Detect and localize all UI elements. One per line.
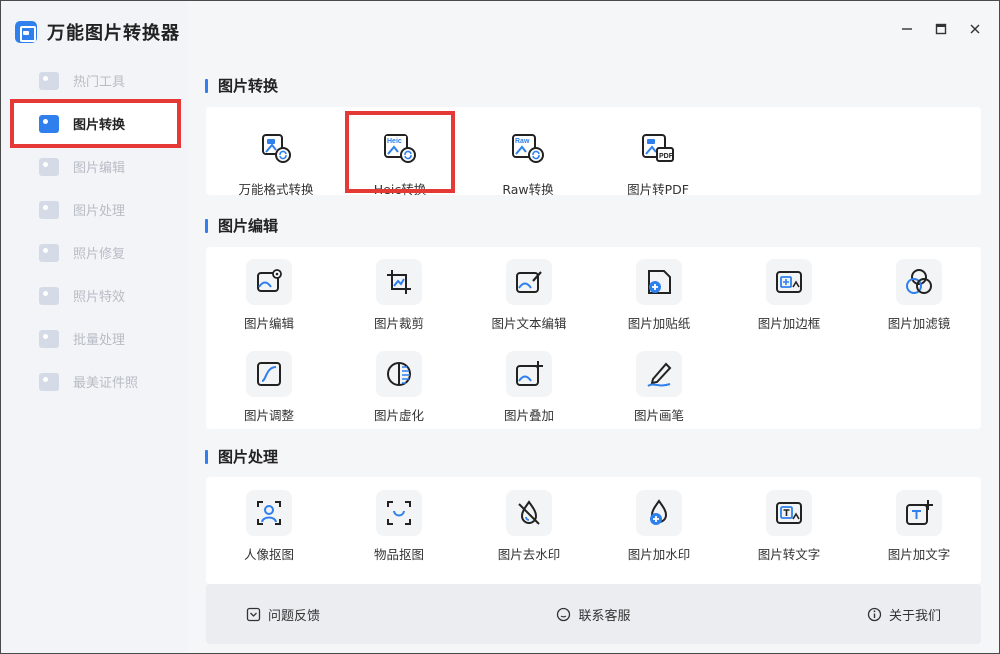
bottom-bar: 问题反馈 联系客服 关于我们: [206, 584, 981, 644]
svg-text:Heic: Heic: [387, 138, 402, 145]
sidebar-item-photo-effects[interactable]: 照片特效: [13, 274, 178, 317]
tool-overlay[interactable]: 图片叠加: [469, 351, 589, 424]
add-watermark-icon: [636, 490, 682, 536]
remove-watermark-icon: [506, 490, 552, 536]
tool-sticker[interactable]: 图片加贴纸: [599, 259, 719, 332]
close-button[interactable]: [958, 17, 992, 41]
about-button[interactable]: 关于我们: [867, 605, 941, 624]
sidebar-item-id-photo[interactable]: 最美证件照: [13, 360, 178, 403]
batch-icon: [39, 329, 59, 348]
grid-icon: [39, 71, 59, 90]
sidebar-item-label: 照片特效: [73, 290, 126, 305]
close-icon: [970, 24, 980, 34]
main-content: 图片转换 万能格式转换 Heic Heic转换 Raw Raw转换 PDF 图片…: [188, 1, 999, 653]
svg-text:PDF: PDF: [659, 153, 674, 160]
image-convert-icon: [39, 114, 59, 133]
support-button[interactable]: 联系客服: [556, 605, 631, 624]
sidebar-item-label: 照片修复: [73, 247, 126, 262]
blur-icon: [376, 351, 422, 397]
feedback-icon: [246, 607, 261, 621]
sidebar-item-label: 图片转换: [73, 118, 126, 133]
sidebar-nav: 热门工具 图片转换 图片编辑 图片处理 照片修复 照片特效 批量处理 最美证件照: [10, 59, 181, 403]
tool-add-watermark[interactable]: 图片加水印: [599, 490, 719, 563]
tool-filter[interactable]: 图片加滤镜: [859, 259, 979, 332]
tool-crop[interactable]: 图片裁剪: [339, 259, 459, 332]
portrait-cutout-icon: [246, 490, 292, 536]
text-edit-icon: [506, 259, 552, 305]
feedback-button[interactable]: 问题反馈: [246, 605, 320, 624]
sidebar-item-photo-repair[interactable]: 照片修复: [13, 231, 178, 274]
support-label: 联系客服: [578, 608, 631, 624]
about-label: 关于我们: [888, 608, 941, 624]
process-card: 人像抠图 物品抠图 图片去水印 图片加水印 图片转文字 图片加文字: [206, 477, 981, 584]
section-title-process: 图片处理: [205, 446, 278, 467]
tool-image-to-pdf[interactable]: PDF 图片转PDF: [598, 125, 718, 198]
sidebar-item-label: 图片处理: [73, 204, 126, 219]
feedback-label: 问题反馈: [268, 608, 321, 624]
svg-text:Raw: Raw: [515, 138, 530, 145]
image-edit-icon: [39, 157, 59, 176]
sidebar-item-label: 最美证件照: [73, 376, 139, 391]
tool-adjust[interactable]: 图片调整: [209, 351, 329, 424]
tool-raw-convert[interactable]: Raw Raw转换: [468, 125, 588, 198]
app-title: 万能图片转换器: [47, 23, 180, 44]
tool-remove-watermark[interactable]: 图片去水印: [469, 490, 589, 563]
tool-heic-convert[interactable]: Heic Heic转换: [345, 111, 455, 197]
tool-format-convert[interactable]: 万能格式转换: [216, 125, 336, 198]
heic-icon: Heic: [377, 125, 423, 171]
id-photo-icon: [39, 372, 59, 391]
pdf-icon: PDF: [635, 125, 681, 171]
tool-add-text[interactable]: 图片加文字: [859, 490, 979, 563]
frame-icon: [766, 259, 812, 305]
sidebar-item-image-edit[interactable]: 图片编辑: [13, 145, 178, 188]
sidebar-item-label: 热门工具: [73, 75, 126, 90]
edit-card: 图片编辑 图片裁剪 图片文本编辑 图片加贴纸 图片加边框 图片加滤镜 图片调整 …: [206, 247, 981, 429]
image-process-icon: [39, 200, 59, 219]
brush-icon: [636, 351, 682, 397]
sidebar-item-image-process[interactable]: 图片处理: [13, 188, 178, 231]
info-icon: [867, 607, 882, 621]
section-title-convert: 图片转换: [205, 75, 278, 96]
tool-image-edit[interactable]: 图片编辑: [209, 259, 329, 332]
minimize-icon: [902, 28, 912, 30]
sticker-icon: [636, 259, 682, 305]
add-text-icon: [896, 490, 942, 536]
tool-object-cutout[interactable]: 物品抠图: [339, 490, 459, 563]
convert-card: 万能格式转换 Heic Heic转换 Raw Raw转换 PDF 图片转PDF: [206, 107, 981, 198]
adjust-icon: [246, 351, 292, 397]
sidebar-item-hot-tools[interactable]: 热门工具: [13, 59, 178, 102]
tool-frame[interactable]: 图片加边框: [729, 259, 849, 332]
brand: 万能图片转换器: [15, 17, 180, 47]
tool-image-to-text[interactable]: 图片转文字: [729, 490, 849, 563]
tool-brush[interactable]: 图片画笔: [599, 351, 719, 424]
chat-icon: [557, 607, 571, 621]
sidebar: 万能图片转换器 热门工具 图片转换 图片编辑 图片处理 照片修复 照片特效 批量…: [1, 1, 188, 653]
crop-icon: [376, 259, 422, 305]
minimize-button[interactable]: [890, 17, 924, 41]
maximize-button[interactable]: [924, 17, 958, 41]
app-logo-icon: [15, 21, 37, 43]
section-title-edit: 图片编辑: [205, 215, 278, 236]
app-window: 万能图片转换器 热门工具 图片转换 图片编辑 图片处理 照片修复 照片特效 批量…: [0, 0, 1000, 654]
sidebar-item-batch[interactable]: 批量处理: [13, 317, 178, 360]
filter-icon: [896, 259, 942, 305]
sidebar-item-label: 批量处理: [73, 333, 126, 348]
photo-repair-icon: [39, 243, 59, 262]
tool-text-edit[interactable]: 图片文本编辑: [469, 259, 589, 332]
sidebar-item-label: 图片编辑: [73, 161, 126, 176]
sidebar-item-image-convert[interactable]: 图片转换: [10, 99, 181, 148]
window-controls: [890, 17, 992, 41]
image-to-text-icon: [766, 490, 812, 536]
format-convert-icon: [253, 125, 299, 171]
maximize-icon: [935, 23, 947, 35]
object-cutout-icon: [376, 490, 422, 536]
tool-portrait-cutout[interactable]: 人像抠图: [209, 490, 329, 563]
photo-effects-icon: [39, 286, 59, 305]
image-edit-icon: [246, 259, 292, 305]
overlay-icon: [506, 351, 552, 397]
tool-blur[interactable]: 图片虚化: [339, 351, 459, 424]
raw-icon: Raw: [505, 125, 551, 171]
